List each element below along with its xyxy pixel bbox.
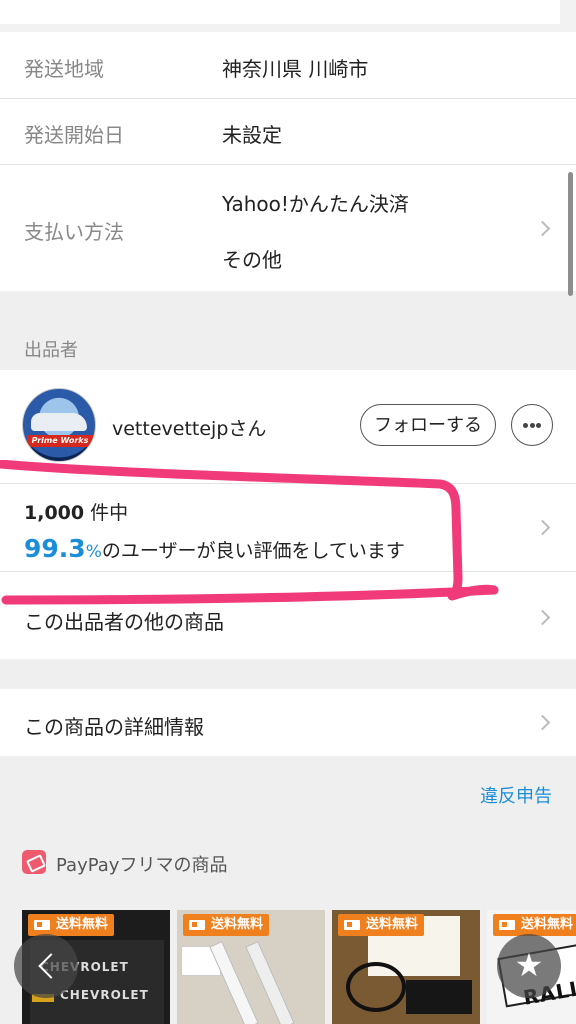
scrollbar[interactable]: [568, 172, 573, 296]
payment-method-other: その他: [222, 248, 282, 272]
product-thumbnail[interactable]: 送料無料: [332, 910, 480, 1024]
product-image-text: CHEVROLET: [60, 988, 149, 1002]
free-shipping-label: 送料無料: [521, 917, 574, 932]
star-icon: ★: [514, 946, 544, 984]
top-strip: [0, 0, 576, 32]
product-image: [406, 980, 472, 1014]
truck-icon: [344, 920, 360, 930]
avatar-car-graphic: [31, 413, 87, 431]
seller-section-label: 出品者: [24, 340, 78, 361]
product-image: [346, 962, 406, 1012]
follow-button[interactable]: フォローする: [360, 404, 496, 446]
top-card-edge: [0, 0, 560, 24]
free-shipping-label: 送料無料: [56, 917, 109, 932]
shipping-info-panel: 発送地域 神奈川県 川崎市 発送開始日 未設定 支払い方法 Yahoo!かんたん…: [0, 32, 576, 291]
shipping-region-value: 神奈川県 川崎市: [222, 57, 369, 81]
shipping-region-row: 発送地域 神奈川県 川崎市: [0, 32, 576, 99]
report-link[interactable]: 違反申告: [480, 782, 552, 808]
chevron-right-icon: [534, 220, 551, 237]
more-dot: [523, 423, 528, 428]
product-thumbnail[interactable]: 送料無料: [177, 910, 325, 1024]
free-shipping-badge: 送料無料: [493, 914, 576, 936]
shipping-start-row: 発送開始日 未設定: [0, 99, 576, 165]
item-detail-label: この商品の詳細情報: [24, 715, 204, 739]
truck-icon: [34, 920, 50, 930]
back-button[interactable]: [14, 934, 78, 998]
free-shipping-badge: 送料無料: [28, 914, 115, 936]
payment-method-row[interactable]: 支払い方法 Yahoo!かんたん決済 その他: [0, 165, 576, 291]
seller-avatar[interactable]: Prime Works: [22, 388, 96, 462]
seller-other-items-label: この出品者の他の商品: [24, 610, 224, 634]
free-shipping-label: 送料無料: [211, 917, 264, 932]
more-dot: [536, 423, 541, 428]
shipping-start-value: 未設定: [222, 123, 282, 147]
more-dot: [529, 423, 535, 428]
free-shipping-badge: 送料無料: [183, 914, 270, 936]
chevron-right-icon: [534, 714, 551, 731]
paypay-items-carousel[interactable]: CHEVROLET CHEVROLET 送料無料 送料無料 送料無料 RALLI…: [0, 910, 576, 1024]
shipping-start-label: 発送開始日: [24, 123, 124, 147]
paypay-section-title: PayPayフリマの商品: [56, 855, 228, 876]
free-shipping-badge: 送料無料: [338, 914, 425, 936]
truck-icon: [189, 920, 205, 930]
paypay-flea-market-icon: [22, 850, 46, 874]
favorite-button[interactable]: ★: [497, 934, 561, 998]
chevron-right-icon: [534, 609, 551, 626]
payment-method-yahoo: Yahoo!かんたん決済: [222, 192, 409, 216]
free-shipping-label: 送料無料: [366, 917, 419, 932]
item-detail-row[interactable]: この商品の詳細情報: [0, 689, 576, 756]
seller-name[interactable]: vettevettejpさん: [112, 414, 266, 441]
shipping-region-label: 発送地域: [24, 57, 104, 81]
avatar-banner: Prime Works: [27, 435, 93, 447]
truck-icon: [499, 920, 515, 930]
highlight-annotation: [0, 460, 499, 605]
more-options-button[interactable]: [511, 404, 553, 446]
payment-method-label: 支払い方法: [24, 220, 124, 244]
